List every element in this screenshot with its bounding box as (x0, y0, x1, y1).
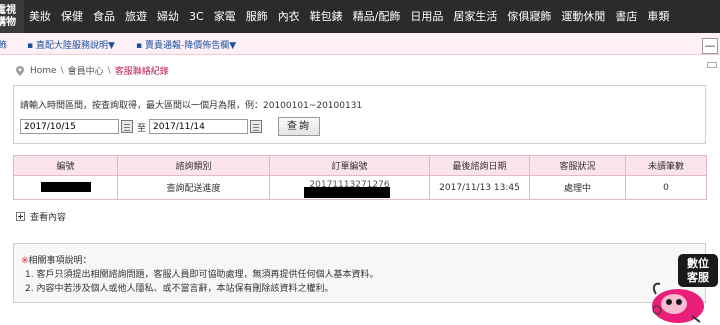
brand-line-1: 電視 (0, 5, 16, 16)
col-header-id: 編號 (13, 155, 118, 176)
plus-icon (16, 212, 25, 221)
location-pin-icon (16, 65, 24, 76)
redacted-block (40, 182, 91, 193)
nav-item-accessories[interactable]: 精品/配飾 (348, 0, 406, 33)
calendar-icon[interactable] (250, 120, 262, 133)
nav-item-underwear[interactable]: 內衣 (273, 0, 305, 33)
query-button[interactable]: 查詢 (278, 117, 320, 136)
view-content-label: 查看內容 (30, 213, 67, 223)
nav-item-baby[interactable]: 婦幼 (152, 0, 184, 33)
col-header-last-date: 最後諮詢日期 (429, 155, 530, 176)
breadcrumb-home[interactable]: Home (30, 66, 57, 76)
cell-id (13, 175, 118, 200)
sublink-china-shipping[interactable]: ▪ 直配大陸服務說明▼ (27, 38, 115, 51)
service-tag: 數位 客服 (678, 254, 718, 287)
start-date-input[interactable] (20, 119, 119, 134)
digital-service-widget[interactable]: 數位 客服 (648, 254, 720, 325)
nav-item-sports[interactable]: 運動休閒 (556, 0, 610, 33)
nav-item-home-living[interactable]: 居家生活 (448, 0, 502, 33)
to-label: 至 (137, 124, 147, 134)
date-query-panel: 請輸入時間區間，按查詢取得，最大區間以一個月為限，例：20100101~2010… (13, 85, 706, 144)
sub-link-bar: 飾 ▪ 直配大陸服務說明▼ ▪ 賣貴通報-降價佈告欄▼ (0, 33, 720, 55)
redacted-block (304, 187, 390, 198)
cell-category: 查詢配送進度 (117, 175, 270, 200)
nav-item-furniture[interactable]: 傢俱寢飾 (502, 0, 556, 33)
table-header-row: 編號 諮詢類別 訂單編號 最後諮詢日期 客服狀況 未讀筆數 (13, 155, 707, 176)
notes-panel: ※相關事項說明： 1. 客戶只須提出相關諮詢問題，客服人員即可協助處理，無須再提… (13, 243, 706, 303)
nav-item-3c[interactable]: 3C (184, 0, 209, 33)
nav-item-health[interactable]: 保健 (56, 0, 88, 33)
brand-line-2: 購物 (0, 17, 16, 28)
nav-item-books[interactable]: 書店 (610, 0, 642, 33)
notes-title-text: 相關事項說明： (28, 256, 92, 266)
service-line-2: 客服 (687, 271, 709, 284)
nav-item-food[interactable]: 食品 (88, 0, 120, 33)
nav-item-travel[interactable]: 旅遊 (120, 0, 152, 33)
notes-title: ※相關事項說明： (21, 253, 92, 266)
col-header-order-no: 訂單編號 (269, 155, 430, 176)
category-menu: 美妝 保健 食品 旅遊 婦幼 3C 家電 服飾 內衣 鞋包錶 精品/配飾 日用品… (24, 0, 674, 33)
nav-item-appliance[interactable]: 家電 (209, 0, 241, 33)
cell-order-no[interactable]: 20171113271276 (269, 175, 430, 200)
view-content-toggle[interactable]: 查看內容 (16, 210, 66, 223)
calendar-icon[interactable] (121, 120, 133, 133)
cell-last-date: 2017/11/13 13:45 (429, 175, 530, 200)
inquiry-table: 編號 諮詢類別 訂單編號 最後諮詢日期 客服狀況 未讀筆數 查詢配送進度 201… (13, 155, 707, 200)
nav-item-beauty[interactable]: 美妝 (24, 0, 56, 33)
note-line-2: 2. 內容中若涉及個人或他人隱私、或不當言辭，本站保有刪除該資料之權利。 (25, 284, 334, 294)
cell-unread: 0 (625, 175, 707, 200)
top-nav: 電視 購物 美妝 保健 食品 旅遊 婦幼 3C 家電 服飾 內衣 鞋包錶 精品/… (0, 0, 720, 33)
sublink-price-report[interactable]: ▪ 賣貴通報-降價佈告欄▼ (136, 38, 236, 51)
breadcrumb-separator: \ (107, 65, 111, 76)
breadcrumb: Home \ 會員中心 \ 客服聯絡紀錄 (16, 64, 169, 77)
service-line-1: 數位 (687, 257, 709, 270)
collapse-button[interactable]: — (702, 38, 718, 54)
note-line-1: 1. 客戶只須提出相關諮詢問題，客服人員即可協助處理，無須再提供任何個人基本資料… (25, 270, 379, 280)
col-header-unread: 未讀筆數 (625, 155, 707, 176)
breadcrumb-current: 客服聯絡紀錄 (114, 67, 169, 77)
breadcrumb-member-center[interactable]: 會員中心 (68, 64, 104, 77)
brand-logo[interactable]: 電視 購物 (0, 0, 24, 33)
cell-status: 處理中 (529, 175, 626, 200)
col-header-status: 客服狀況 (529, 155, 626, 176)
notes-mark: ※ (21, 256, 29, 266)
nav-item-daily[interactable]: 日用品 (405, 0, 448, 33)
side-marker (707, 62, 717, 68)
table-row[interactable]: 查詢配送進度 20171113271276 2017/11/13 13:45 處… (13, 175, 707, 200)
end-date-input[interactable] (149, 119, 248, 134)
nav-item-shoes-bags[interactable]: 鞋包錶 (305, 0, 348, 33)
sublink-fragment[interactable]: 飾 (0, 38, 7, 51)
nav-item-apparel[interactable]: 服飾 (241, 0, 273, 33)
query-hint: 請輸入時間區間，按查詢取得，最大區間以一個月為限，例：20100101~2010… (20, 101, 363, 111)
breadcrumb-separator: \ (60, 65, 64, 76)
col-header-category: 諮詢類別 (117, 155, 270, 176)
nav-item-vehicles[interactable]: 車類 (642, 0, 674, 33)
